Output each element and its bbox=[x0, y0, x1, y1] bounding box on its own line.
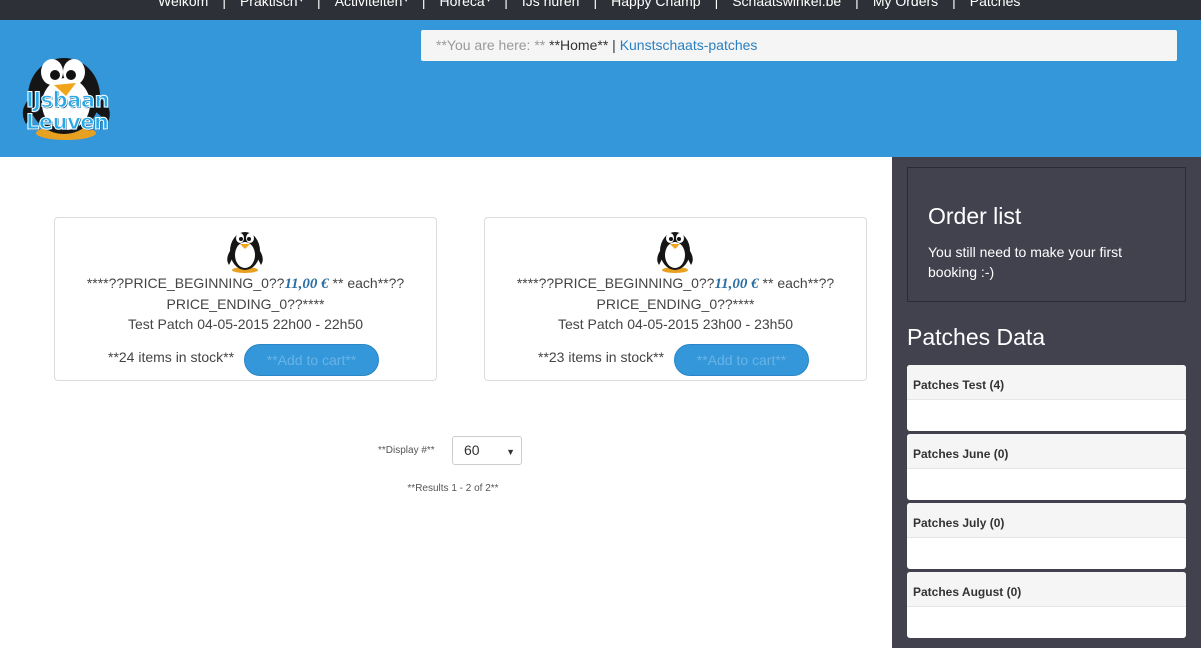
nav-separator: | bbox=[714, 0, 719, 9]
nav-item-my-orders[interactable]: My Orders bbox=[873, 0, 938, 10]
price-value: 11,00 € bbox=[284, 276, 329, 292]
chevron-down-icon: ▾ bbox=[299, 0, 304, 4]
nav-item-welkom[interactable]: Welkom bbox=[158, 0, 208, 10]
patch-group-header[interactable]: Patches August (0) bbox=[907, 572, 1186, 607]
logo-text-line1: IJsbaan bbox=[26, 88, 110, 113]
nav-separator: | bbox=[593, 0, 598, 9]
breadcrumb-separator: | bbox=[608, 37, 620, 53]
logo-text-line2: Leuven bbox=[25, 110, 109, 135]
product-card: ****??PRICE_BEGINNING_0??11,00 € ** each… bbox=[484, 217, 867, 381]
display-count-select[interactable]: 60 ▼ bbox=[452, 436, 522, 465]
product-card: ****??PRICE_BEGINNING_0??11,00 € ** each… bbox=[54, 217, 437, 381]
order-list-message: You still need to make your first bookin… bbox=[928, 244, 1123, 280]
nav-separator: | bbox=[952, 0, 956, 9]
caret-down-icon: ▼ bbox=[506, 447, 515, 457]
order-list-box: Order list You still need to make your f… bbox=[907, 167, 1186, 302]
patches-data-title: Patches Data bbox=[907, 324, 1046, 350]
results-count: **Results 1 - 2 of 2** bbox=[407, 483, 499, 494]
breadcrumb-current[interactable]: Kunstschaats-patches bbox=[620, 37, 758, 53]
nav-item-schaatswinkel[interactable]: Schaatswinkel.be bbox=[732, 0, 841, 10]
patch-group-header[interactable]: Patches Test (4) bbox=[907, 365, 1186, 400]
order-list-title: Order list bbox=[928, 203, 1022, 229]
patch-group-header[interactable]: Patches July (0) bbox=[907, 503, 1186, 538]
patch-group-panel: Patches August (0) bbox=[907, 572, 1186, 638]
nav-separator: | bbox=[222, 0, 226, 9]
chevron-down-icon: ▾ bbox=[404, 0, 408, 4]
nav-item-activiteiten[interactable]: Activiteiten ▾ bbox=[335, 0, 408, 10]
patch-group-panel: Patches June (0) bbox=[907, 434, 1186, 500]
nav-separator: | bbox=[855, 0, 859, 9]
nav-item-happy-champ[interactable]: Happy Champ bbox=[611, 0, 701, 10]
add-to-cart-button[interactable]: **Add to cart** bbox=[674, 344, 809, 376]
product-title: Test Patch 04-05-2015 22h00 - 22h50 bbox=[127, 316, 364, 332]
nav-item-ijs-huren[interactable]: IJs huren bbox=[522, 0, 580, 10]
display-count-label: **Display #** bbox=[378, 445, 435, 456]
site-logo[interactable]: IJsbaan Leuven bbox=[14, 38, 124, 142]
add-to-cart-button[interactable]: **Add to cart** bbox=[244, 344, 379, 376]
penguin-icon bbox=[657, 232, 693, 273]
nav-separator: | bbox=[421, 0, 426, 9]
price-value: 11,00 € bbox=[714, 276, 759, 292]
patch-group-header[interactable]: Patches June (0) bbox=[907, 434, 1186, 469]
chevron-down-icon: ▾ bbox=[486, 0, 491, 4]
nav-item-horeca[interactable]: Horeca ▾ bbox=[440, 0, 491, 10]
price-text: ****??PRICE_BEGINNING_0??11,00 € ** each… bbox=[86, 275, 405, 312]
product-title: Test Patch 04-05-2015 23h00 - 23h50 bbox=[557, 316, 794, 332]
display-count-value: 60 bbox=[464, 442, 480, 458]
breadcrumb-prefix: **You are here: ** bbox=[436, 37, 546, 53]
price-text: ****??PRICE_BEGINNING_0??11,00 € ** each… bbox=[516, 275, 835, 312]
patch-group-panel: Patches July (0) bbox=[907, 503, 1186, 569]
penguin-icon bbox=[227, 232, 263, 273]
nav-item-patches[interactable]: Patches bbox=[970, 0, 1021, 10]
sidebar: Order list You still need to make your f… bbox=[892, 157, 1201, 648]
breadcrumb-home-link[interactable]: **Home** bbox=[549, 37, 608, 53]
site-header: IJsbaan Leuven **You are here: ** **Home… bbox=[0, 20, 1201, 157]
nav-separator: | bbox=[317, 0, 321, 9]
nav-separator: | bbox=[504, 0, 508, 9]
stock-status: **23 items in stock** bbox=[538, 349, 665, 365]
patch-group-panel: Patches Test (4) bbox=[907, 365, 1186, 431]
stock-status: **24 items in stock** bbox=[108, 349, 235, 365]
nav-item-praktisch[interactable]: Praktisch ▾ bbox=[240, 0, 303, 10]
breadcrumb: **You are here: ** **Home** | Kunstschaa… bbox=[421, 30, 1177, 61]
top-navigation: Welkom | Praktisch ▾ | Activiteiten ▾ | Ho… bbox=[0, 0, 1201, 20]
